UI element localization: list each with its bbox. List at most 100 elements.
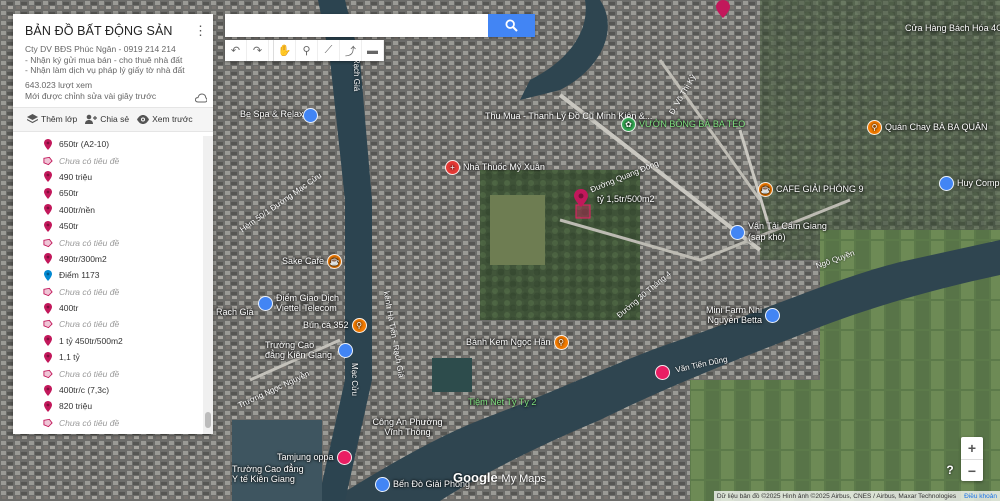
place-cafe-giai-phong[interactable]: ☕ CAFE GIẢI PHÓNG 9 (758, 182, 864, 197)
search-button[interactable] (488, 14, 535, 37)
zoom-in-button[interactable]: + (961, 437, 983, 460)
feature-list-item[interactable]: 1 tỷ 450tr/500m2 (13, 333, 203, 349)
place-nha-thuoc[interactable]: + Nhà Thuốc Mỹ Xuân (445, 160, 545, 175)
map-marker-icon[interactable] (716, 0, 730, 18)
shop-icon (765, 307, 780, 323)
feature-list-item[interactable]: 400tr/c (7,3c) (13, 382, 203, 398)
place-truong-cao-dang[interactable]: Trường Cao đẳng Kiên Giang (265, 340, 353, 360)
school-icon (338, 342, 353, 358)
place-viettel[interactable]: Điểm Giao Dịch Viettel Telecom (258, 293, 356, 313)
road-label: Mạc Cửu (349, 363, 359, 396)
place-vuon-bong[interactable]: ✿ VƯỜN BÔNG BÀ BA TÉO (621, 117, 745, 132)
map-marker-icon (43, 138, 53, 150)
place-cong-an[interactable]: Công An Phường Vĩnh Thông (370, 417, 445, 437)
zoom-out-button[interactable]: − (961, 460, 983, 482)
terms-link[interactable]: Điều khoản (964, 493, 997, 500)
place-banh-kem[interactable]: Bánh Kem Ngọc Hân ⚲ (466, 335, 569, 350)
preview-label: Xem trước (152, 114, 193, 124)
map-marker-icon (43, 204, 53, 216)
feature-list-item[interactable]: Chưa có tiêu đề (13, 365, 203, 381)
place-rach-gia[interactable]: Rạch Giá (216, 308, 254, 317)
place-bun-ca[interactable]: Bún cá 352 ⚲ (303, 318, 367, 333)
cafe-icon: ☕ (758, 182, 773, 197)
place-quan-chay[interactable]: ⚲ Quán Chay BÀ BA QUÂN (867, 120, 988, 135)
feature-list-label: Chưa có tiêu đề (59, 155, 120, 166)
map-description-line: - Nhận ký gửi mua bán - cho thuê nhà đất (25, 54, 183, 65)
scrollbar-thumb[interactable] (205, 412, 211, 428)
place-van-tai[interactable]: Vận Tải Cẩm Giang (sạp khô) (730, 221, 833, 243)
view-count: 643.023 lượt xem (25, 79, 93, 90)
add-marker-icon[interactable]: ⚲ (296, 40, 318, 61)
feature-list-item[interactable]: 490tr/300m2 (13, 251, 203, 267)
feature-list-item[interactable]: 650tr (13, 185, 203, 201)
feature-list-item[interactable]: Chưa có tiêu đề (13, 234, 203, 250)
feature-list-label: 1,1 tỷ (59, 352, 80, 363)
add-layer-button[interactable]: Thêm lớp (27, 114, 77, 124)
map-title[interactable]: BẢN ĐỒ BẤT ĐỘNG SẢN (25, 24, 203, 38)
map-marker-icon (43, 269, 53, 281)
map-marker-icon (43, 335, 53, 347)
place-sake-cafe[interactable]: Sake Cafe ☕ (282, 254, 343, 269)
feature-list-item[interactable]: 400tr/nền (13, 202, 203, 218)
feature-list-label: 820 triệu (59, 401, 93, 412)
place-be-spa[interactable]: Be Spa & Relax (240, 110, 304, 119)
redo-icon[interactable]: ↷ (247, 40, 269, 61)
shop-icon (336, 450, 352, 465)
draw-line-icon[interactable]: ⟋ (318, 40, 340, 61)
attribution-bar: Dữ liệu bản đồ ©2025 Hình ảnh ©2025 Airb… (713, 491, 1000, 501)
panel-actions: Thêm lớp Chia sẻ Xem trước (13, 106, 213, 132)
share-label: Chia sẻ (100, 114, 130, 124)
place-tiem-net[interactable]: Tiệm Net Tý Tỵ 2 (468, 398, 536, 407)
feature-list-item[interactable]: 490 triệu (13, 169, 203, 185)
feature-list-label: 400tr (59, 303, 79, 314)
feature-list-item[interactable]: Chưa có tiêu đề (13, 415, 203, 431)
feature-list-label: Chưa có tiêu đề (59, 368, 120, 379)
feature-list-item[interactable]: Điểm 1173 (13, 267, 203, 283)
place-cua-hang[interactable]: Cửa Hàng Bách Hóa 4G Mobile (905, 24, 1000, 33)
cafe-icon: ☕ (327, 254, 343, 269)
scrollbar[interactable] (203, 136, 213, 434)
map-marker-icon (43, 187, 53, 199)
map-panel: BẢN ĐỒ BẤT ĐỘNG SẢN Cty DV BĐS Phúc Ngân… (13, 14, 213, 434)
more-options-icon[interactable]: ⋮ (194, 24, 207, 37)
feature-list-item[interactable]: 400tr (13, 300, 203, 316)
directions-icon[interactable]: ⤴ (340, 40, 362, 61)
place-van-tien-dung[interactable] (655, 365, 670, 380)
hand-icon[interactable]: ✋ (273, 40, 296, 61)
search-input[interactable] (225, 14, 488, 37)
map-toolbar: ↶ ↷ ✋ ⚲ ⟋ ⤴ ▬ (225, 40, 384, 61)
ruler-icon[interactable]: ▬ (362, 40, 384, 61)
feature-list-label: Chưa có tiêu đề (59, 286, 120, 297)
map-marker-icon (43, 253, 53, 265)
map-marker-icon (43, 171, 53, 183)
shop-icon (939, 176, 954, 191)
undo-icon[interactable]: ↶ (225, 40, 247, 61)
place-be-spa-pin[interactable] (303, 108, 318, 123)
google-my-maps-logo: Google My Maps (453, 470, 546, 485)
share-button[interactable]: Chia sẻ (85, 114, 129, 124)
search-icon (505, 19, 518, 32)
map-marker-icon[interactable] (574, 189, 588, 207)
panel-header: BẢN ĐỒ BẤT ĐỘNG SẢN Cty DV BĐS Phúc Ngân… (13, 14, 213, 107)
place-huy-computer[interactable]: Huy Computer (939, 176, 1000, 191)
preview-button[interactable]: Xem trước (137, 114, 193, 124)
feature-list-label: Chưa có tiêu đề (59, 237, 120, 248)
feature-list-label: 490 triệu (59, 171, 93, 182)
attribution-text: Dữ liệu bản đồ ©2025 Hình ảnh ©2025 Airb… (716, 492, 957, 500)
help-icon[interactable]: ? (942, 462, 958, 478)
feature-list-label: 650tr (59, 188, 79, 199)
feature-list-item[interactable]: Chưa có tiêu đề (13, 316, 203, 332)
feature-list-item[interactable]: 450tr (13, 218, 203, 234)
feature-list-item[interactable]: 1,1 tỷ (13, 349, 203, 365)
place-tamjung[interactable]: Tamjung oppa (277, 450, 352, 465)
feature-list-label: Điểm 1173 (59, 270, 100, 281)
place-truong-y-te[interactable]: Trường Cao đẳng Y tế Kiên Giang (232, 464, 307, 484)
feature-list-label: 400tr/c (7,3c) (59, 385, 110, 396)
feature-list-item[interactable]: Chưa có tiêu đề (13, 284, 203, 300)
feature-list-item[interactable]: 650tr (A2-10) (13, 136, 203, 152)
place-mini-farm[interactable]: Mini Farm Nhi Nguyễn Betta (692, 305, 780, 325)
feature-list-label: 490tr/300m2 (59, 253, 107, 264)
feature-list-item[interactable]: Chưa có tiêu đề (13, 152, 203, 168)
feature-list-item[interactable]: 820 triệu (13, 398, 203, 414)
zoom-control: + − (961, 437, 983, 481)
